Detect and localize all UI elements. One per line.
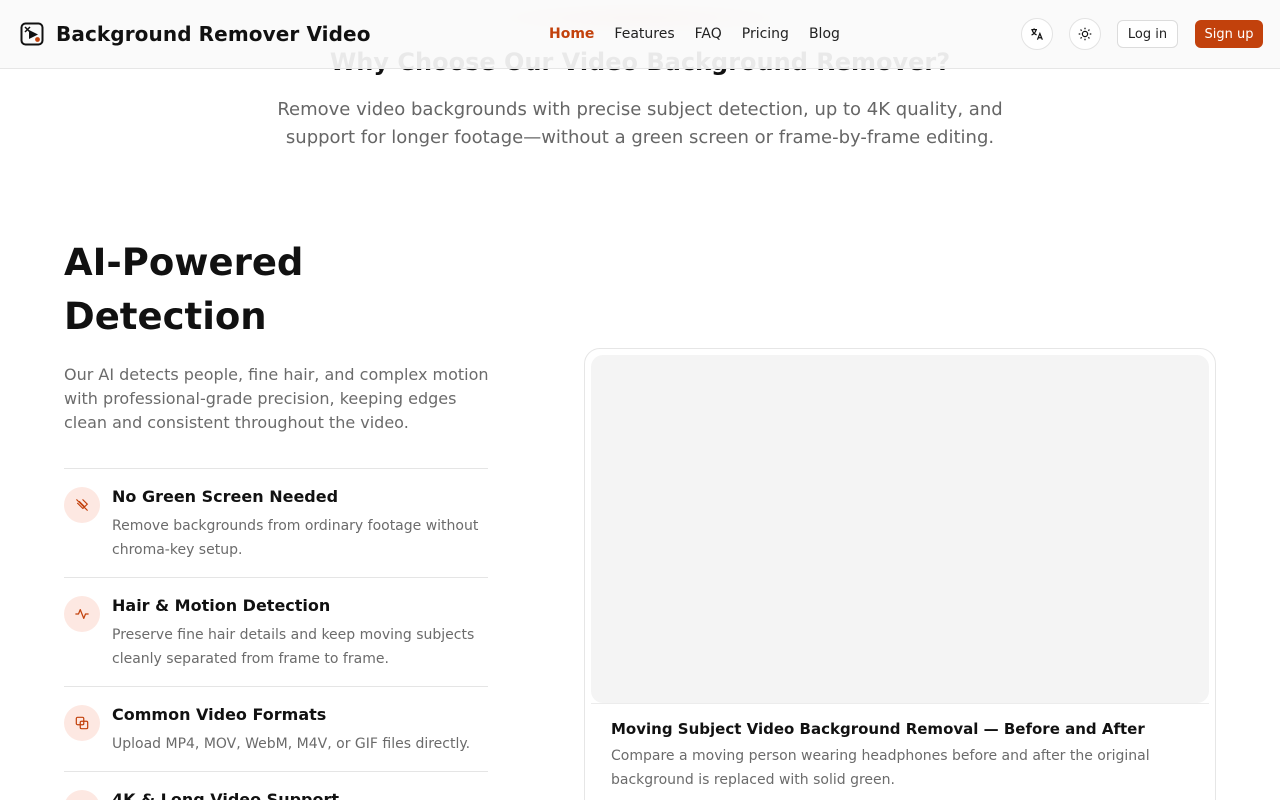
formats-icon (75, 716, 89, 730)
activity-icon (75, 609, 89, 619)
brand-link[interactable]: Background Remover Video (20, 22, 371, 46)
feature-item-title: No Green Screen Needed (112, 487, 339, 506)
sun-icon (1078, 27, 1092, 41)
nav-features[interactable]: Features (614, 25, 674, 43)
nav-faq[interactable]: FAQ (695, 25, 722, 43)
media-caption-text: Compare a moving person wearing headphon… (611, 748, 1150, 788)
theme-toggle-button[interactable] (1069, 18, 1101, 50)
feature-item-text: Preserve fine hair details and keep movi… (112, 627, 475, 667)
translate-icon (1031, 28, 1043, 40)
signup-button[interactable]: Sign up (1195, 20, 1263, 48)
card-divider (591, 703, 1209, 704)
feature-item-text: Remove backgrounds from ordinary footage… (112, 518, 479, 558)
brand-name: Background Remover Video (56, 22, 371, 46)
nav-pricing[interactable]: Pricing (742, 25, 789, 43)
feature-icon-badge (64, 596, 100, 632)
feature-item-title: Common Video Formats (112, 705, 327, 724)
feature-item-no-green-screen: No Green Screen Needed Remove background… (64, 468, 488, 577)
feature-heading: AI-Powered Detection (64, 241, 304, 338)
feature-list: No Green Screen Needed Remove background… (64, 468, 488, 800)
login-button[interactable]: Log in (1117, 20, 1178, 48)
media-caption-title: Moving Subject Video Background Removal … (611, 720, 1145, 738)
feature-item-text: Upload MP4, MOV, WebM, M4V, or GIF files… (112, 736, 471, 752)
nav-home[interactable]: Home (549, 25, 594, 43)
feature-icon-badge (64, 790, 100, 800)
no-green-screen-icon (76, 499, 89, 511)
feature-icon-badge (64, 705, 100, 741)
feature-item-formats: Common Video Formats Upload MP4, MOV, We… (64, 686, 488, 771)
before-after-video[interactable] (591, 355, 1209, 703)
site-header: Background Remover Video Home Features F… (0, 0, 1280, 69)
feature-description: Our AI detects people, fine hair, and co… (64, 365, 489, 432)
before-after-card: Moving Subject Video Background Removal … (584, 348, 1216, 800)
feature-icon-badge (64, 487, 100, 523)
brand-logo-icon (20, 22, 44, 46)
page: Why Choose Our Video Background Remover?… (0, 0, 1280, 800)
feature-item-title: Hair & Motion Detection (112, 596, 331, 615)
section-subtitle: Remove video backgrounds with precise su… (277, 99, 1003, 148)
main-nav: Home Features FAQ Pricing Blog (549, 25, 840, 43)
language-button[interactable] (1021, 18, 1053, 50)
feature-item-title: 4K & Long Video Support (112, 790, 340, 800)
feature-item-hair-motion: Hair & Motion Detection Preserve fine ha… (64, 577, 488, 686)
feature-item-4k-long-video: 4K & Long Video Support (64, 771, 488, 800)
nav-blog[interactable]: Blog (809, 25, 840, 43)
